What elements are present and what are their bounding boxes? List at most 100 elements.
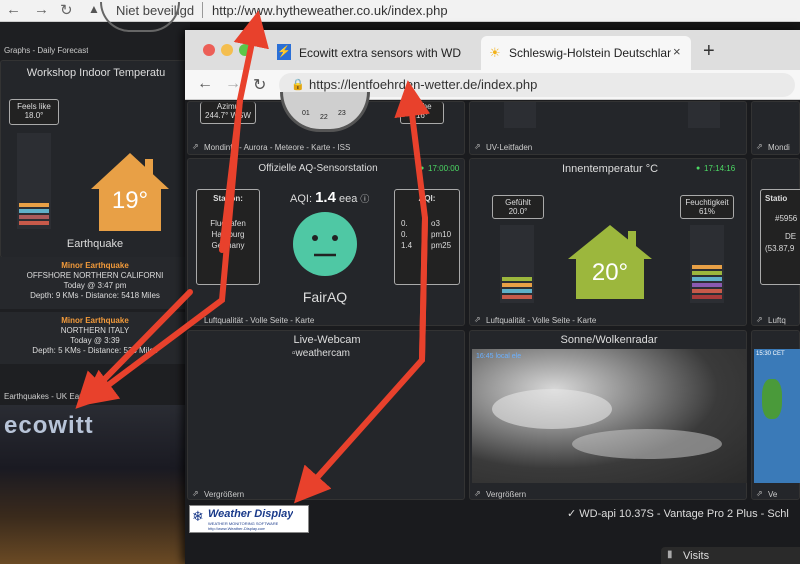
reload-icon[interactable]: ↻ <box>60 1 73 19</box>
tab-schleswig[interactable]: ☀ Schleswig-Holstein Deutschlan × <box>481 36 691 70</box>
aq-title: Offizielle AQ-Sensorstation <box>258 163 378 174</box>
station-line: Hamburg <box>211 230 245 239</box>
sun-icon: ☀ <box>489 45 501 60</box>
aqi-readout: AQI: 1.4 eea ⓘ <box>290 189 369 206</box>
humidity-label: Feuchtigkeit <box>685 198 729 207</box>
hoehe-value: 16° <box>415 111 429 120</box>
status-dot-icon: ● <box>696 165 701 172</box>
uv-bar <box>688 102 720 128</box>
minimize-window-icon[interactable] <box>221 44 233 56</box>
indoor-link[interactable]: Luftqualität - Volle Seite - Karte <box>486 316 596 325</box>
aqi-value: 1.4 <box>315 189 336 206</box>
aq-link[interactable]: Luftqualität - Volle Seite - Karte <box>204 316 314 325</box>
moon-panel: Azimu 244.7° WSW 01 22 23 Höhe 16° ⇗ Mon… <box>187 92 465 155</box>
external-link-icon: ⇗ <box>756 489 763 498</box>
close-tab-icon[interactable]: × <box>673 44 681 59</box>
webcam-link[interactable]: Vergrößern <box>204 490 244 499</box>
feels-bar <box>500 225 534 303</box>
feels-like-value: 18.0° <box>24 111 44 120</box>
back-arrow-icon[interactable]: ← <box>6 1 21 18</box>
map-image[interactable]: 15:30 CET <box>754 349 800 483</box>
indoor-title: Workshop Indoor Temperatu <box>26 67 166 79</box>
azimuth-box: Azimu 244.7° WSW <box>200 102 256 124</box>
snowflake-icon: ❄ <box>192 508 204 524</box>
indoor-time: 17:14:16 <box>704 164 736 173</box>
quake-detail: Depth: 9 KMs - Distance: 5418 Miles <box>30 291 160 300</box>
quake-time: Today @ 3:39 <box>70 336 120 345</box>
feels-like-label: Feels like <box>17 102 51 111</box>
gauge-remnant <box>100 2 180 32</box>
station-link[interactable]: Luftq <box>768 316 786 325</box>
indoor-temp-panel: Innentemperatur °C ● 17:14:16 Gefühlt 20… <box>469 158 747 326</box>
new-tab-button[interactable]: + <box>703 40 715 63</box>
moon-link-right[interactable]: Mondi <box>768 143 790 152</box>
quake-place: NORTHERN ITALY <box>60 326 130 335</box>
bar-chart-icon: ▮ <box>667 549 673 560</box>
back-arrow-icon[interactable]: ← <box>197 75 213 93</box>
radar-title: Sonne/Wolkenradar <box>560 334 658 346</box>
reload-icon[interactable]: ↻ <box>253 75 266 95</box>
humidity-box: Feuchtigkeit 61% <box>680 195 734 219</box>
station-box: Station: Flughafen Hamburg Germany <box>196 189 260 285</box>
aqi-right-label: AQI: <box>418 194 436 203</box>
tab-strip: ⚡ Ecowitt extra sensors with WD ☀ Schles… <box>185 30 800 70</box>
info-icon[interactable]: ⓘ <box>360 194 369 204</box>
satellite-image[interactable]: 16:45 local ele <box>472 349 747 483</box>
indoor-temp: 19° <box>111 187 149 214</box>
external-link-icon: ⇗ <box>474 315 481 324</box>
quake-time: Today @ 3:47 pm <box>63 281 127 290</box>
external-link-icon: ⇗ <box>756 142 763 151</box>
external-link-icon: ⇗ <box>192 489 199 498</box>
logo-text: Weather Display <box>208 508 294 520</box>
earthquakes-link[interactable]: Earthquakes - UK Earthquakes <box>4 392 114 401</box>
humidity-bar <box>17 133 51 229</box>
weather-display-logo[interactable]: ❄ Weather Display WEATHER MONITORING SOF… <box>189 505 309 533</box>
pollutants-box: AQI: 0. o3 0. pm10 1.4 pm25 <box>394 189 460 285</box>
indoor-temp-value: 20° <box>591 259 629 286</box>
maximize-window-icon[interactable] <box>239 44 251 56</box>
feels-box: Gefühlt 20.0° <box>492 195 544 219</box>
neutral-face-icon <box>293 212 357 276</box>
page-content: Azimu 244.7° WSW 01 22 23 Höhe 16° ⇗ Mon… <box>185 92 800 564</box>
tab-title: Ecowitt extra sensors with WD <box>299 46 462 60</box>
quake-detail: Depth: 5 KMs - Distance: 538 Miles <box>32 346 158 355</box>
forward-arrow-icon[interactable]: → <box>225 75 241 93</box>
map-link[interactable]: Ve <box>768 490 777 499</box>
tab-ecowitt[interactable]: ⚡ Ecowitt extra sensors with WD <box>271 36 481 70</box>
webcam-alt: weathercam <box>295 348 351 359</box>
tab-title: Schleswig-Holstein Deutschlan <box>509 46 671 60</box>
humidity-value: 61% <box>698 207 715 216</box>
visits-widget[interactable]: ▮ Visits <box>661 547 800 564</box>
graphs-link[interactable]: Graphs - Daily Forecast <box>4 46 88 55</box>
quake-item: Minor Earthquake OFFSHORE NORTHERN CALIF… <box>0 257 190 309</box>
feels-label: Gefühlt <box>505 198 531 207</box>
broken-image-icon: ▫weathercam <box>292 348 351 359</box>
external-link-icon: ⇗ <box>192 142 199 151</box>
external-link-icon: ⇗ <box>756 315 763 324</box>
station-id: #5956 <box>775 214 798 223</box>
ecowitt-logo[interactable]: ecowitt <box>4 412 94 440</box>
azimuth-label: Azimu <box>216 102 240 111</box>
status-line: ✓ WD-api 10.37S - Vantage Pro 2 Plus - S… <box>567 508 789 520</box>
radar-link[interactable]: Vergrößern <box>486 490 526 499</box>
compass-number: 22 <box>320 114 328 121</box>
hoehe-label: Höhe <box>412 102 432 111</box>
forward-arrow-icon[interactable]: → <box>34 1 49 18</box>
compass-number: 23 <box>338 110 346 117</box>
pollutant-row: 0. o3 <box>401 219 440 228</box>
compass-number: 01 <box>302 110 310 117</box>
pollutant-row: 1.4 pm25 <box>401 241 452 250</box>
visits-label: Visits <box>683 550 710 562</box>
moon-panel-right: ⇗ Mondi <box>751 101 800 155</box>
moon-link[interactable]: Mondinfo - Aurora - Meteore - Karte - IS… <box>204 143 350 152</box>
external-link-icon: ⇗ <box>192 315 199 324</box>
station-panel-right: Statio #5956 DE (53.87,9 ⇗ Luftq <box>751 158 800 326</box>
external-link-icon: ⇗ <box>474 142 481 151</box>
back-url[interactable]: http://www.hytheweather.co.uk/index.php <box>212 3 448 18</box>
lock-icon: 🔒 <box>291 79 305 91</box>
aqi-label: AQI: <box>290 193 313 205</box>
radar-panel: Sonne/Wolkenradar 16:45 local ele ⇗ Verg… <box>469 330 747 500</box>
address-bar: ← → ↻ 🔒 https://lentfoehrden-wetter.de/i… <box>185 70 800 100</box>
close-window-icon[interactable] <box>203 44 215 56</box>
uv-link[interactable]: UV-Leitfaden <box>486 143 532 152</box>
